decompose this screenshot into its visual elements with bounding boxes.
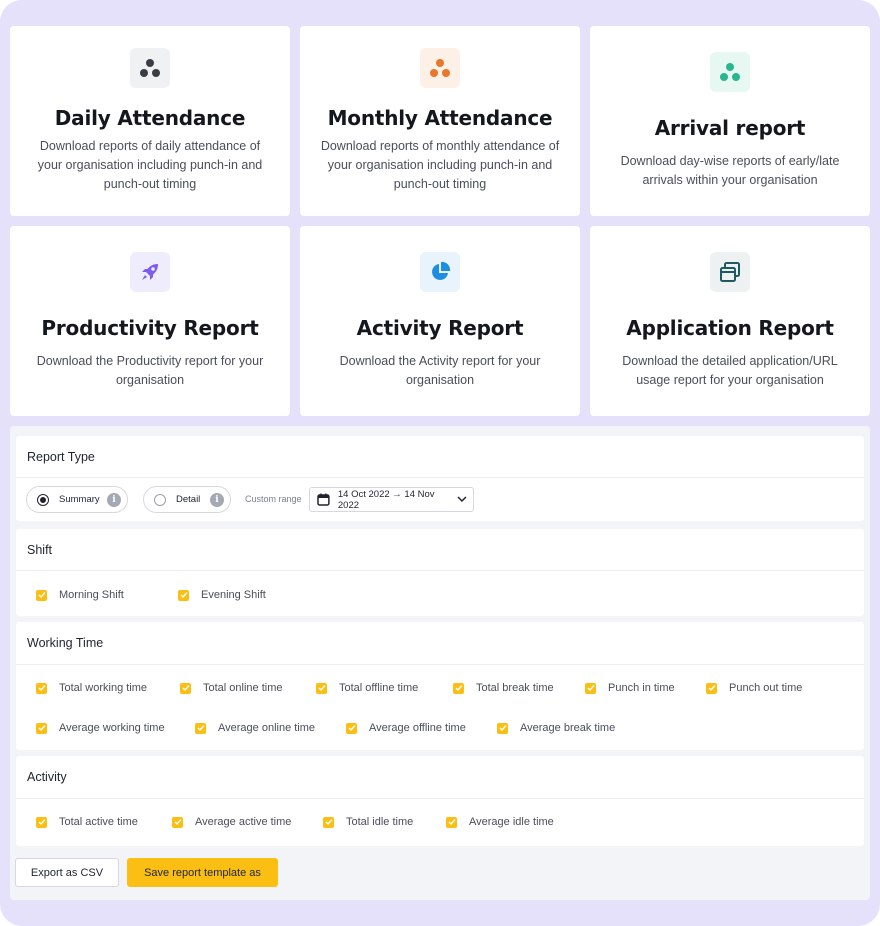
card-description: Download reports of daily attendance of … — [37, 139, 263, 191]
card-description: Download the detailed application/URL us… — [622, 354, 838, 387]
report-frame: Daily Attendance Download reports of dai… — [0, 0, 880, 926]
checkbox-label: Average offline time — [369, 722, 466, 734]
activity-section: Activity Total active time Average active… — [16, 756, 864, 846]
report-type-section: Report Type Summary i Detail i Custom ra… — [16, 436, 864, 521]
checkbox-label: Total idle time — [346, 816, 414, 828]
checkbox-label: Punch out time — [729, 682, 803, 694]
metric-checkbox[interactable]: Total working time — [36, 682, 147, 694]
radio-unselected-icon[interactable] — [154, 493, 166, 506]
activity-report-card[interactable]: Activity Report Download the Activity re… — [300, 226, 580, 416]
checkbox-label: Total active time — [59, 816, 138, 828]
checkbox-checked-icon[interactable] — [446, 816, 457, 828]
custom-range-label: Custom range — [245, 494, 302, 504]
checkbox-checked-icon[interactable] — [316, 682, 327, 694]
three-dots-icon — [130, 48, 170, 88]
metric-checkbox[interactable]: Total break time — [453, 682, 554, 694]
section-heading: Shift — [16, 529, 864, 571]
save-template-button[interactable]: Save report template as — [127, 858, 278, 887]
checkbox-checked-icon[interactable] — [453, 682, 464, 694]
card-description: Download day-wise reports of early/late … — [620, 154, 840, 187]
checkbox-checked-icon[interactable] — [195, 722, 206, 734]
card-description: Download reports of monthly attendance o… — [320, 139, 560, 191]
card-title: Activity Report — [356, 316, 524, 340]
windows-icon — [710, 252, 750, 292]
checkbox-checked-icon[interactable] — [36, 722, 47, 734]
checkbox-checked-icon[interactable] — [36, 816, 47, 828]
monthly-attendance-card[interactable]: Monthly Attendance Download reports of m… — [300, 26, 580, 216]
rocket-icon — [130, 252, 170, 292]
pie-chart-icon — [420, 252, 460, 292]
checkbox-label: Total break time — [476, 682, 554, 694]
checkbox-label: Average break time — [520, 722, 616, 734]
metric-checkbox[interactable]: Average break time — [497, 722, 615, 734]
metric-checkbox[interactable]: Total online time — [180, 682, 283, 694]
info-icon[interactable]: i — [210, 492, 224, 507]
metric-checkbox[interactable]: Average offline time — [346, 722, 466, 734]
card-description: Download the Productivity report for you… — [36, 354, 264, 387]
export-csv-button[interactable]: Export as CSV — [15, 858, 119, 887]
checkbox-label: Evening Shift — [201, 589, 266, 601]
checkbox-checked-icon[interactable] — [36, 589, 47, 601]
checkbox-checked-icon[interactable] — [706, 682, 717, 694]
summary-radio-option[interactable]: Summary i — [26, 486, 128, 513]
metric-checkbox[interactable]: Total offline time — [316, 682, 418, 694]
daily-attendance-card[interactable]: Daily Attendance Download reports of dai… — [10, 26, 290, 216]
checkbox-label: Total offline time — [339, 682, 419, 694]
card-title: Arrival report — [654, 116, 806, 140]
chevron-down-icon — [457, 496, 467, 503]
checkbox-checked-icon[interactable] — [497, 722, 508, 734]
info-icon[interactable]: i — [107, 492, 121, 507]
checkbox-label: Average idle time — [469, 816, 554, 828]
section-heading: Activity — [16, 756, 864, 799]
card-title: Daily Attendance — [54, 106, 246, 130]
report-settings-panel: Report Type Summary i Detail i Custom ra… — [10, 426, 870, 900]
checkbox-label: Average online time — [218, 722, 316, 734]
date-range-value: 14 Oct 2022 → 14 Nov 2022 — [337, 488, 435, 511]
section-heading: Report Type — [16, 436, 864, 478]
productivity-report-card[interactable]: Productivity Report Download the Product… — [10, 226, 290, 416]
checkbox-checked-icon[interactable] — [180, 682, 191, 694]
radio-selected-icon[interactable] — [37, 493, 49, 506]
application-report-card[interactable]: Application Report Download the detailed… — [590, 226, 870, 416]
metric-checkbox[interactable]: Punch out time — [706, 682, 802, 694]
arrival-report-card[interactable]: Arrival report Download day-wise reports… — [590, 26, 870, 216]
metric-checkbox[interactable]: Total active time — [36, 816, 138, 828]
checkbox-label: Total working time — [59, 682, 148, 694]
metric-checkbox[interactable]: Average working time — [36, 722, 165, 734]
checkbox-checked-icon[interactable] — [36, 682, 47, 694]
date-range-picker[interactable]: 14 Oct 2022 → 14 Nov 2022 — [309, 487, 474, 512]
card-title: Monthly Attendance — [327, 106, 553, 130]
checkbox-label: Average active time — [195, 816, 292, 828]
metric-checkbox[interactable]: Average idle time — [446, 816, 554, 828]
shift-checkbox[interactable]: Evening Shift — [178, 589, 266, 601]
checkbox-checked-icon[interactable] — [323, 816, 334, 828]
checkbox-label: Total online time — [203, 682, 283, 694]
card-description: Download the Activity report for your or… — [339, 354, 541, 387]
metric-checkbox[interactable]: Total idle time — [323, 816, 413, 828]
card-title: Productivity Report — [41, 316, 259, 340]
checkbox-label: Average working time — [59, 722, 165, 734]
radio-label: Detail — [176, 494, 201, 505]
metric-checkbox[interactable]: Punch in time — [585, 682, 675, 694]
three-dots-icon — [420, 48, 460, 88]
calendar-icon — [317, 493, 330, 506]
shift-section: Shift Morning Shift Evening Shift — [16, 529, 864, 616]
checkbox-label: Punch in time — [608, 682, 675, 694]
checkbox-checked-icon[interactable] — [178, 589, 189, 601]
shift-checkbox[interactable]: Morning Shift — [36, 589, 124, 601]
card-title: Application Report — [626, 316, 834, 340]
section-heading: Working Time — [16, 622, 864, 665]
metric-checkbox[interactable]: Average active time — [172, 816, 291, 828]
checkbox-checked-icon[interactable] — [172, 816, 183, 828]
checkbox-checked-icon[interactable] — [585, 682, 596, 694]
radio-label: Summary — [59, 494, 100, 505]
detail-radio-option[interactable]: Detail i — [143, 486, 231, 513]
working-time-section: Working Time Total working time Total onl… — [16, 622, 864, 750]
three-dots-icon — [710, 52, 750, 92]
checkbox-checked-icon[interactable] — [346, 722, 357, 734]
checkbox-label: Morning Shift — [59, 589, 124, 601]
metric-checkbox[interactable]: Average online time — [195, 722, 315, 734]
